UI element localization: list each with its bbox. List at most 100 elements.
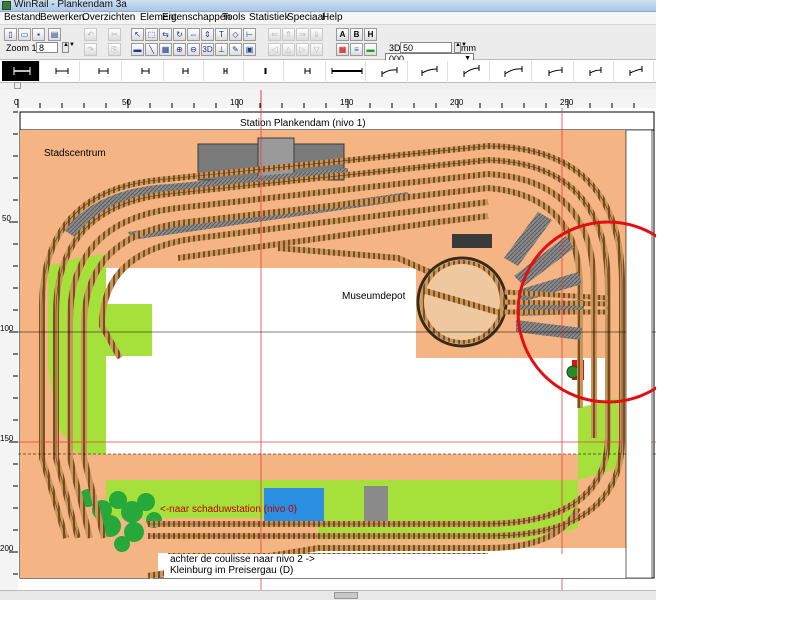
- zoom-out-icon[interactable]: ⊖: [187, 43, 200, 56]
- track-type-curve-1[interactable]: [370, 61, 408, 81]
- select-rect-icon[interactable]: ⬚: [145, 28, 158, 41]
- horizontal-ruler-ticks: [17, 90, 635, 108]
- hruler-label-50: 50: [122, 98, 131, 107]
- track-type-curve-5[interactable]: [536, 61, 574, 81]
- menu-bar: Bestand Bewerken Overzichten Element Eig…: [0, 12, 656, 25]
- ruler-toggle-button[interactable]: [14, 82, 21, 89]
- track-type-long[interactable]: [328, 61, 366, 81]
- paste-icon[interactable]: ⎘: [108, 43, 121, 56]
- right-margin-box: [625, 129, 653, 579]
- vertical-ruler: 50 100 150 200: [0, 108, 19, 590]
- select-arrow-icon[interactable]: ↖: [131, 28, 144, 41]
- track-type-3[interactable]: [84, 61, 122, 81]
- label-stadscentrum: Stadscentrum: [44, 148, 106, 159]
- track-type-7[interactable]: [246, 61, 284, 81]
- grid-icon[interactable]: ▦: [159, 43, 172, 56]
- layout-canvas[interactable]: Station Plankendam (nivo 1) Stadscentrum…: [18, 108, 656, 590]
- hruler-label-100: 100: [230, 98, 244, 107]
- track-plan: [18, 108, 656, 590]
- menu-overzichten[interactable]: Overzichten: [82, 12, 135, 24]
- text-a-button[interactable]: A: [336, 28, 349, 41]
- 3d-height-value: 50: [403, 43, 414, 53]
- mirror-icon[interactable]: ◇: [229, 28, 242, 41]
- label-museumdepot: Museumdepot: [342, 291, 406, 302]
- menu-bewerken[interactable]: Bewerken: [40, 12, 84, 24]
- layers-icon[interactable]: ≡: [350, 43, 363, 56]
- track-type-curve-2[interactable]: [410, 61, 448, 81]
- edit-icon[interactable]: ✎: [229, 43, 242, 56]
- measure-icon[interactable]: ⊢: [243, 28, 256, 41]
- arrow-right-icon[interactable]: ⇒: [296, 28, 309, 41]
- shift-left-icon[interactable]: ◁: [268, 43, 281, 56]
- line-tool-icon[interactable]: ╲: [145, 43, 158, 56]
- text-b-button[interactable]: B: [350, 28, 363, 41]
- horizontal-scrollbar[interactable]: [0, 590, 656, 600]
- window-title: WinRail - Plankendam 3a: [14, 0, 127, 10]
- title-bar: WinRail - Plankendam 3a: [0, 0, 656, 12]
- zoom-field[interactable]: 8: [36, 42, 58, 53]
- connect-icon[interactable]: ⇆: [159, 28, 172, 41]
- arrow-left-icon[interactable]: ⇐: [268, 28, 281, 41]
- vertical-ruler-ticks: [9, 111, 18, 575]
- redo-icon[interactable]: ↷: [84, 43, 97, 56]
- road: [364, 486, 388, 526]
- toolbar: ▯ ▭ ▪ ▤ ↶ ✂ ↖ ⬚ ⇆ ↻ ⇔ ⇕ T ◇ ⊢ ⇐ ⇑ ⇒ ⇓ A …: [0, 25, 656, 65]
- depot-shed: [452, 234, 492, 248]
- track-type-curve-7[interactable]: [616, 61, 654, 81]
- align-icon[interactable]: ⇔: [187, 28, 200, 41]
- track-type-curve-3[interactable]: [452, 61, 490, 81]
- track-type-5[interactable]: [166, 61, 204, 81]
- hruler-label-0: 0: [14, 98, 19, 107]
- zoom-value: 8: [39, 43, 45, 53]
- 3d-height-spinner[interactable]: ▲▼: [454, 42, 467, 53]
- arrow-up-icon[interactable]: ⇑: [282, 28, 295, 41]
- track-type-6[interactable]: [206, 61, 244, 81]
- menu-help[interactable]: Help: [322, 12, 343, 24]
- zoom-in-icon[interactable]: ⊕: [173, 43, 186, 56]
- hruler-label-250: 250: [560, 98, 574, 107]
- vruler-label-50: 50: [2, 214, 11, 223]
- zoom-spinner[interactable]: ▲▼: [62, 42, 75, 53]
- menu-speciaal[interactable]: Speciaal: [287, 12, 325, 24]
- undo-icon[interactable]: ↶: [84, 28, 97, 41]
- save-icon[interactable]: ▪: [32, 28, 45, 41]
- track-straight-icon[interactable]: ▬: [131, 43, 144, 56]
- menu-bestand[interactable]: Bestand: [4, 12, 41, 24]
- zoom-label: Zoom 1:: [6, 43, 40, 53]
- print-icon[interactable]: ▤: [48, 28, 61, 41]
- hruler-label-200: 200: [450, 98, 464, 107]
- arrow-down-icon[interactable]: ⇓: [310, 28, 323, 41]
- color-bar-icon[interactable]: ▬: [364, 43, 377, 56]
- rotate-icon[interactable]: ↻: [173, 28, 186, 41]
- track-type-8[interactable]: [288, 61, 326, 81]
- picture-icon[interactable]: ▣: [243, 43, 256, 56]
- menu-eigenschappen[interactable]: Eigenschappen: [162, 12, 231, 24]
- menu-statistiek[interactable]: Statistiek: [249, 12, 290, 24]
- new-file-icon[interactable]: ▯: [4, 28, 17, 41]
- winrail-window: WinRail - Plankendam 3a Bestand Bewerken…: [0, 0, 656, 600]
- vruler-label-100: 100: [0, 324, 14, 333]
- color-grid-icon[interactable]: ▦: [336, 43, 349, 56]
- text-tool-icon[interactable]: T: [215, 28, 228, 41]
- scroll-thumb[interactable]: [334, 592, 358, 599]
- text-h-button[interactable]: H: [364, 28, 377, 41]
- 3d-height-field[interactable]: 50: [400, 42, 452, 53]
- height-icon[interactable]: ⊥: [215, 43, 228, 56]
- cut-icon[interactable]: ✂: [108, 28, 121, 41]
- hruler-label-150: 150: [340, 98, 354, 107]
- track-type-2[interactable]: [42, 61, 80, 81]
- vruler-label-150: 150: [0, 434, 14, 443]
- menu-tools[interactable]: Tools: [222, 12, 245, 24]
- track-type-straight-selected[interactable]: [2, 61, 40, 81]
- shift-up-icon[interactable]: △: [282, 43, 295, 56]
- 3d-view-icon[interactable]: 3D: [201, 43, 214, 56]
- app-icon: [2, 1, 11, 10]
- open-file-icon[interactable]: ▭: [18, 28, 31, 41]
- flip-icon[interactable]: ⇕: [201, 28, 214, 41]
- vruler-label-200: 200: [0, 544, 14, 553]
- track-type-4[interactable]: [126, 61, 164, 81]
- shift-down-icon[interactable]: ▽: [310, 43, 323, 56]
- shift-right-icon[interactable]: ▷: [296, 43, 309, 56]
- track-type-curve-6[interactable]: [576, 61, 614, 81]
- track-type-curve-4[interactable]: [494, 61, 532, 81]
